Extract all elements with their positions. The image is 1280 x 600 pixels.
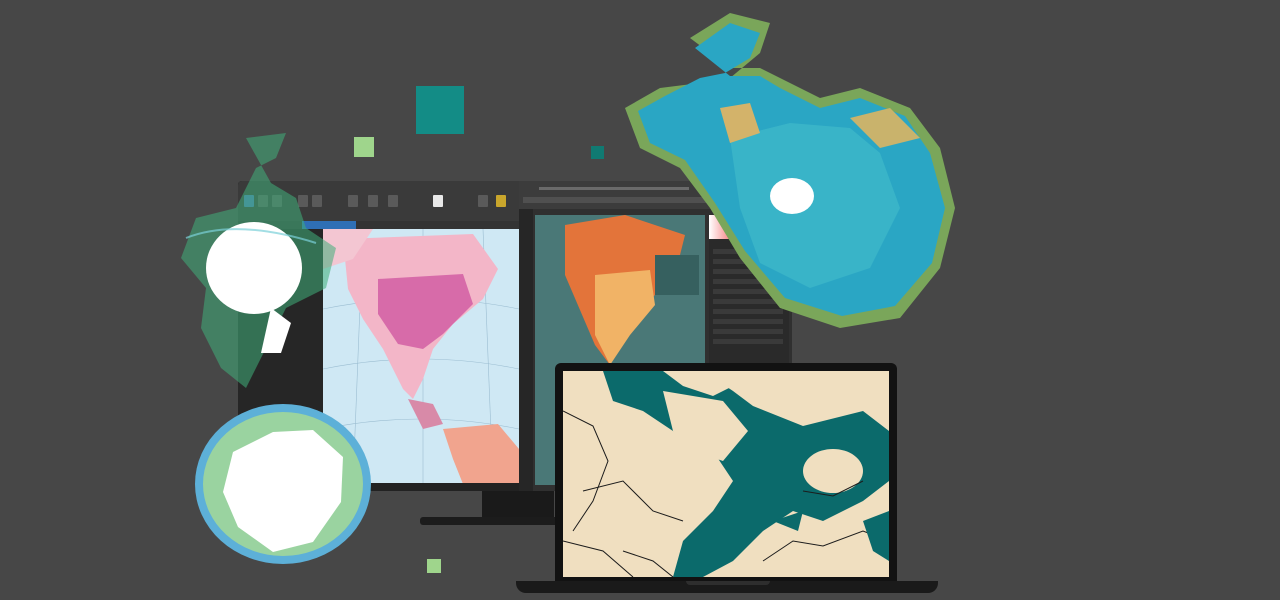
world-map-icon [625,13,955,328]
teal-square-small [591,146,604,159]
tools-panel [519,209,533,491]
arctic-map-icon [181,133,336,388]
teal-square-large [416,86,464,134]
coastline-map-icon [563,371,889,577]
green-square-bottom [427,559,441,573]
ribbon-button[interactable] [496,195,506,207]
ribbon-button[interactable] [368,195,378,207]
laptop-hinge [686,581,770,585]
ribbon-button[interactable] [388,195,398,207]
ribbon-button[interactable] [478,195,488,207]
laptop-map-display[interactable] [563,371,889,577]
antarctica-map-icon [195,404,371,564]
layer-row[interactable] [713,339,783,344]
ribbon-button[interactable] [433,195,443,207]
